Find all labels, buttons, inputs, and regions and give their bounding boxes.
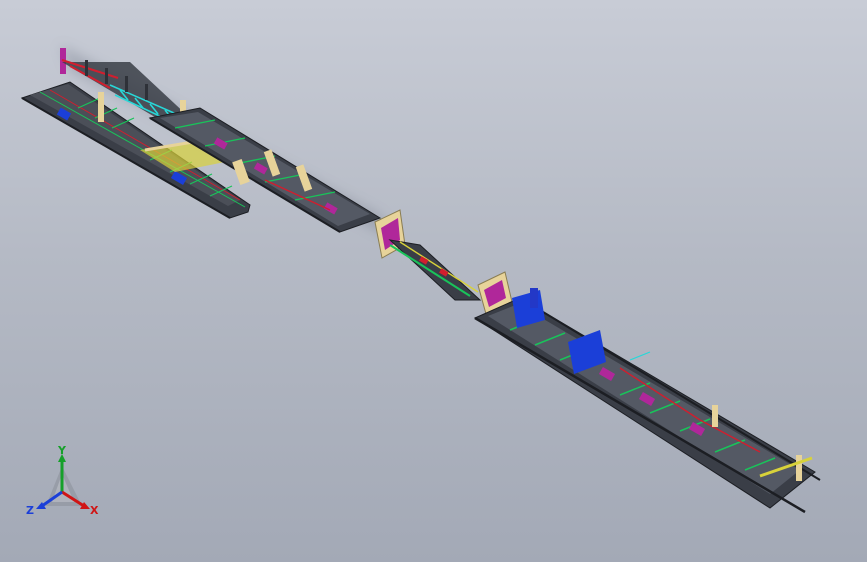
y-axis-label: Y (57, 446, 67, 457)
x-axis-label: X (90, 504, 99, 517)
section-transfer-middle[interactable] (374, 209, 513, 315)
orientation-triad[interactable]: Y X Z (20, 446, 110, 526)
cad-viewport[interactable]: Y X Z (0, 0, 867, 562)
section-outfeed-right[interactable] (473, 288, 821, 514)
assembly-model[interactable] (0, 0, 867, 562)
z-axis-label: Z (26, 504, 34, 517)
